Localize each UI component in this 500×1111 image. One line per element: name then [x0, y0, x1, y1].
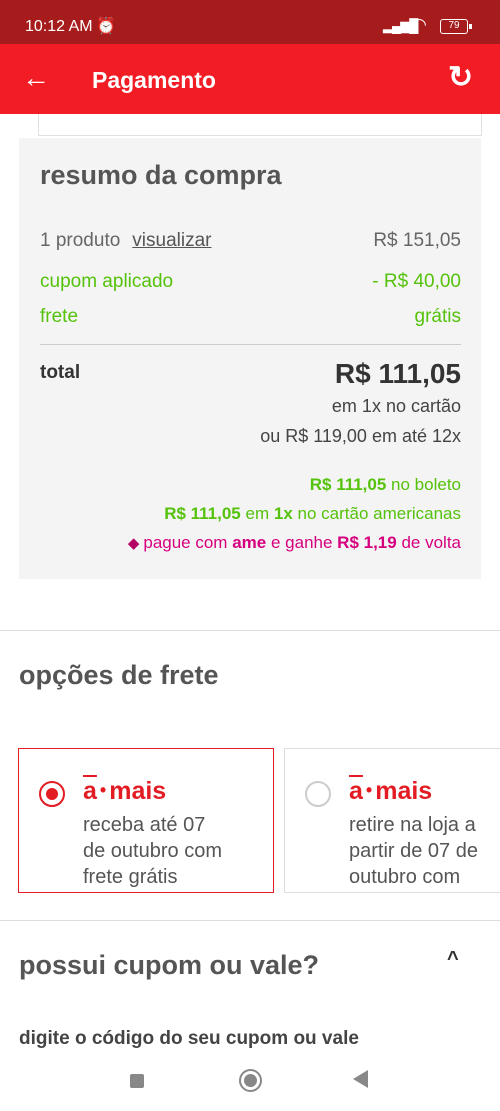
- ame-mid: e ganhe: [270, 533, 333, 552]
- coupon-label: cupom aplicado: [40, 271, 174, 292]
- refresh-icon[interactable]: ↻: [448, 60, 473, 95]
- status-bar: 10:12 AM ⏰ ▂▄▆█ ◠ 79: [0, 0, 500, 44]
- home-icon[interactable]: [239, 1069, 262, 1092]
- back-arrow-icon[interactable]: ←: [22, 62, 50, 94]
- card-value: R$ 111,05: [164, 504, 241, 523]
- recent-apps-icon[interactable]: [130, 1074, 144, 1088]
- section-divider: [0, 630, 500, 631]
- chevron-up-icon[interactable]: ^: [447, 948, 459, 971]
- card-em: em: [245, 504, 270, 523]
- alt-installment-line: ou R$ 119,00 em até 12x: [260, 426, 461, 446]
- total-label: total: [40, 362, 81, 383]
- shipping-option-card[interactable]: a • mais receba até 07 de outubro com fret…: [18, 748, 274, 893]
- battery-icon: 79: [440, 19, 472, 34]
- coupon-value: - R$ 40,00: [372, 271, 461, 292]
- ame-suffix: de volta: [401, 533, 461, 552]
- installment-line: em 1x no cartão: [331, 396, 461, 416]
- previous-section-box: [38, 114, 482, 136]
- coupon-field-label: digite o código do seu cupom ou vale: [19, 1028, 359, 1049]
- radio-selected-icon[interactable]: [39, 781, 65, 807]
- alarm-icon: ⏰: [96, 18, 116, 35]
- status-time: 10:12 AM: [25, 18, 93, 35]
- coupon-section-title[interactable]: possui cupom ou vale?: [19, 950, 319, 981]
- section-divider: [0, 920, 500, 921]
- card-text: no cartão americanas: [297, 504, 461, 523]
- ame-mais-logo: a • mais: [349, 777, 433, 805]
- shipping-option-description: retire na loja a partir de 07 de outubro…: [349, 814, 478, 888]
- summary-heading: resumo da compra: [40, 160, 282, 190]
- product-value: R$ 151,05: [373, 230, 461, 251]
- card-times: 1x: [273, 504, 293, 523]
- ame-mais-logo: a • mais: [83, 777, 167, 805]
- boleto-line: R$ 111,05 no boleto: [310, 475, 461, 495]
- system-nav-bar: [0, 1052, 500, 1111]
- ame-diamond-icon: ◆: [127, 535, 140, 552]
- view-products-link[interactable]: visualizar: [132, 230, 211, 251]
- boleto-value: R$ 111,05: [309, 475, 387, 494]
- page-title: Pagamento: [92, 67, 216, 93]
- boleto-text: no boleto: [391, 475, 461, 494]
- ame-value: R$ 1,19: [337, 533, 397, 552]
- summary-divider: [40, 344, 461, 345]
- card-line: R$ 111,05 em 1x no cartão americanas: [164, 504, 461, 524]
- shipping-label: frete: [40, 306, 79, 327]
- app-bar: ← Pagamento ↻: [0, 44, 500, 114]
- order-summary: resumo da compra 1 produto visualizar R$ …: [19, 138, 481, 579]
- ame-prefix: pague com: [143, 533, 228, 552]
- radio-unselected-icon[interactable]: [305, 781, 331, 807]
- total-value: R$ 111,05: [334, 358, 461, 389]
- back-triangle-icon[interactable]: [353, 1070, 368, 1088]
- shipping-options-title: opções de frete: [19, 660, 219, 690]
- shipping-value: grátis: [414, 306, 461, 327]
- ame-cashback-line: ◆ pague com ame e ganhe R$ 1,19 de volta: [128, 533, 461, 553]
- shipping-option-card[interactable]: a • mais retire na loja a partir de 07 de …: [284, 748, 500, 893]
- shipping-option-description: receba até 07 de outubro com frete gráti…: [83, 814, 222, 888]
- ame-brand: ame: [232, 533, 267, 552]
- product-count: 1 produto: [40, 230, 121, 251]
- wifi-icon: ◠: [412, 15, 427, 34]
